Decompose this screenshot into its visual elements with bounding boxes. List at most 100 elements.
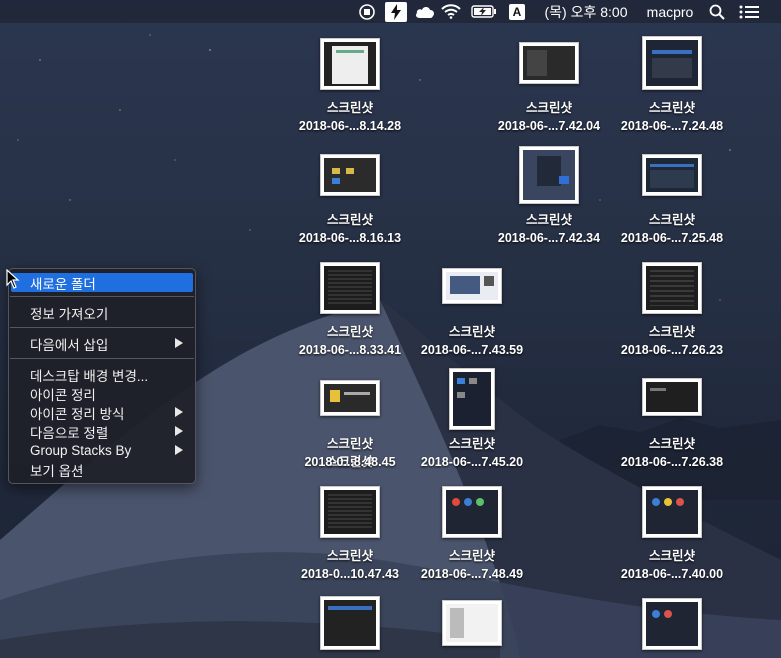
input-source-icon[interactable]: A	[508, 0, 526, 23]
icon-name: 스크린샷	[326, 549, 373, 563]
menu-separator	[10, 296, 194, 297]
icon-name: 스크린샷	[326, 101, 373, 115]
icon-name: 스크린샷	[525, 101, 572, 115]
icon-name: 스크린샷	[525, 213, 572, 227]
thumbnail	[442, 600, 502, 646]
icon-name: 스크린샷	[648, 101, 695, 115]
desktop-file-icon[interactable]	[285, 596, 415, 656]
menubar-clock[interactable]: (목) 오후 8:00	[540, 0, 632, 23]
desktop-file-icon[interactable]: 스크린샷 2018-06-...7.26.23	[607, 260, 737, 360]
thumbnail	[442, 486, 502, 538]
icon-date: 2018-06-...7.26.38	[620, 455, 724, 469]
spotlight-search-icon[interactable]	[707, 0, 727, 23]
desktop-file-icon[interactable]: 스크린샷 2018-06-...7.43.59	[407, 260, 537, 360]
submenu-arrow-icon	[175, 426, 183, 436]
icon-name: 스크린샷	[326, 437, 373, 451]
menu-item-label: 정보 가져오기	[30, 306, 109, 322]
icon-date: 2018-06-...8.16.13	[298, 231, 402, 245]
submenu-arrow-icon	[175, 445, 183, 455]
icon-name: 스크린샷	[648, 213, 695, 227]
menu-item-label: 다음에서 삽입	[30, 337, 109, 353]
notification-list-icon[interactable]	[738, 0, 760, 23]
desktop-file-icon[interactable]: 스크린샷 2018-06-...7.24.48	[607, 36, 737, 136]
thumbnail	[320, 154, 380, 196]
thumbnail	[642, 262, 702, 314]
menu-bar: A (목) 오후 8:00 macpro	[0, 0, 781, 23]
mouse-pointer-icon	[6, 269, 20, 289]
cloud-icon[interactable]	[413, 0, 437, 23]
menu-separator	[10, 358, 194, 359]
desktop-file-icon[interactable]: 스크린샷 2018-06-...7.42.04	[484, 36, 614, 136]
desktop-file-icon[interactable]: 스크린샷 2018-06-...8.14.28	[285, 36, 415, 136]
icon-name: 스크린샷	[648, 325, 695, 339]
icon-name: 스크린샷	[448, 437, 495, 451]
icon-date: 2018-06-...7.42.34	[497, 231, 601, 245]
thumbnail	[320, 486, 380, 538]
icon-date: 2018-06-...7.42.04	[497, 119, 601, 133]
menu-item-clean-up[interactable]: 아이콘 정리	[11, 384, 193, 403]
icon-date: 2018-0...8.48.45	[304, 455, 396, 469]
thumbnail	[642, 378, 702, 416]
icon-name: 스크린샷	[326, 213, 373, 227]
icon-date: 2018-0...10.47.43	[301, 567, 399, 581]
submenu-arrow-icon	[175, 338, 183, 348]
thumbnail	[320, 596, 380, 650]
menu-item-label: 새로운 폴더	[30, 276, 96, 292]
desktop-file-icon[interactable]	[607, 596, 737, 656]
menu-item-label: 보기 옵션	[30, 463, 84, 479]
desktop-context-menu: 새로운 폴더 정보 가져오기 다음에서 삽입 데스크탑 배경 변경... 아이콘…	[8, 268, 196, 484]
input-source-label: A	[509, 3, 525, 20]
desktop-file-icon[interactable]	[407, 596, 537, 656]
menu-item-change-background[interactable]: 데스크탑 배경 변경...	[11, 365, 193, 384]
menu-item-new-folder[interactable]: 새로운 폴더	[11, 273, 193, 292]
submenu-arrow-icon	[175, 407, 183, 417]
icon-name: 스크린샷	[448, 325, 495, 339]
icon-date: 2018-06-...7.45.20	[420, 455, 524, 469]
thumbnail	[449, 368, 495, 430]
menu-item-label: Group Stacks By	[30, 443, 132, 458]
icon-name: 스크린샷	[648, 437, 695, 451]
menu-item-label: 아이콘 정리	[30, 387, 96, 403]
desktop-file-icon[interactable]	[607, 372, 737, 432]
icon-date: 2018-06-...7.40.00	[620, 567, 724, 581]
desktop-file-icon[interactable]: 스크린샷 2018-06-...7.25.48	[607, 148, 737, 248]
stop-record-icon[interactable]	[357, 0, 377, 23]
desktop-file-icon[interactable]	[407, 368, 537, 468]
menu-item-label: 아이콘 정리 방식	[30, 406, 125, 422]
thumbnail	[519, 146, 579, 204]
menu-item-import-from[interactable]: 다음에서 삽입	[11, 334, 193, 353]
thumbnail	[320, 262, 380, 314]
thumbnail	[642, 486, 702, 538]
thumbnail	[519, 42, 579, 84]
icon-name: 스크린샷	[448, 549, 495, 563]
battery-charging-icon[interactable]	[470, 0, 498, 23]
desktop-file-icon[interactable]: 스크린샷 2018-06-...8.33.41	[285, 260, 415, 360]
menu-item-label: 다음으로 정렬	[30, 425, 109, 441]
icon-date: 2018-06-...7.43.59	[420, 343, 524, 357]
lightning-icon[interactable]	[384, 0, 408, 23]
thumbnail	[442, 268, 502, 304]
menubar-user[interactable]: macpro	[643, 0, 697, 23]
wifi-icon[interactable]	[440, 0, 462, 23]
thumbnail	[320, 380, 380, 416]
menu-item-sort-by[interactable]: 다음으로 정렬	[11, 422, 193, 441]
thumbnail	[642, 598, 702, 650]
menu-item-group-stacks-by[interactable]: Group Stacks By	[11, 441, 193, 460]
icon-date: 2018-06-...7.26.23	[620, 343, 724, 357]
thumbnail	[642, 154, 702, 196]
menu-item-view-options[interactable]: 보기 옵션	[11, 460, 193, 479]
icon-date: 2018-06-...8.33.41	[298, 343, 402, 357]
icon-date: 2018-06-...7.25.48	[620, 231, 724, 245]
icon-name: 스크린샷	[648, 549, 695, 563]
desktop-file-icon[interactable]	[407, 484, 537, 544]
icon-date: 2018-06-...8.14.28	[298, 119, 402, 133]
thumbnail	[642, 36, 702, 90]
menu-item-get-info[interactable]: 정보 가져오기	[11, 303, 193, 322]
desktop-file-icon[interactable]: 스크린샷 2018-06-...8.16.13	[285, 148, 415, 248]
desktop-file-icon[interactable]	[285, 484, 415, 544]
thumbnail	[320, 38, 380, 90]
desktop-file-icon[interactable]	[607, 484, 737, 544]
desktop-file-icon[interactable]: 스크린샷 2018-06-...7.42.34	[484, 146, 614, 248]
menu-item-clean-up-by[interactable]: 아이콘 정리 방식	[11, 403, 193, 422]
menu-item-label: 데스크탑 배경 변경...	[30, 368, 149, 384]
